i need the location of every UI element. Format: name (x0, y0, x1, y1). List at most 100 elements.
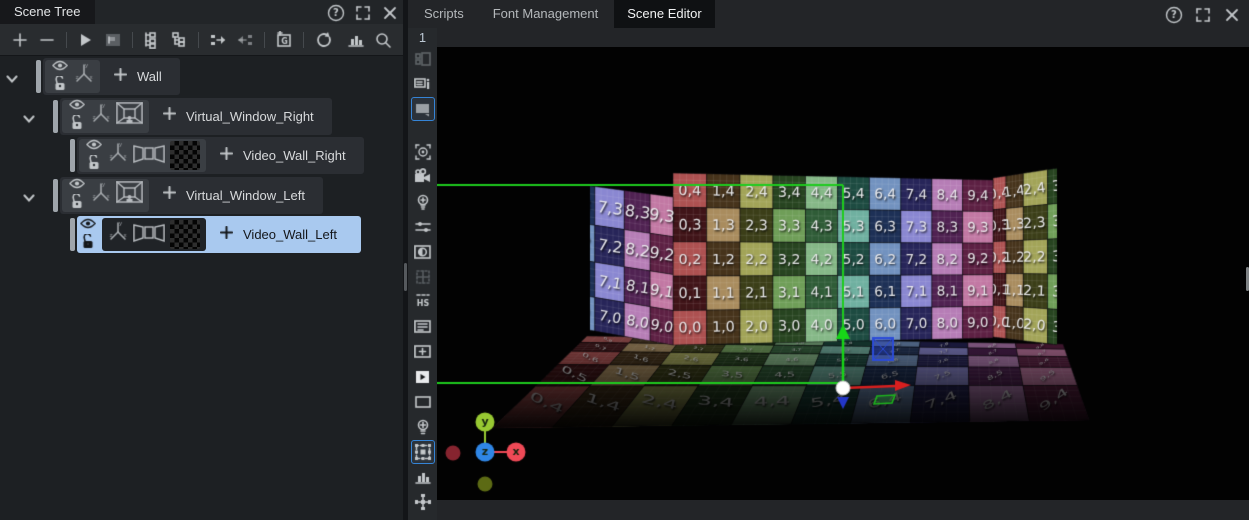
unlock-icon[interactable] (53, 76, 67, 96)
grid-plus-button[interactable] (411, 490, 435, 514)
search-button[interactable] (372, 29, 393, 51)
axes-tripod-icon (91, 180, 111, 211)
plus-icon[interactable] (220, 226, 233, 244)
visibility-eye-icon[interactable] (52, 58, 68, 76)
expand-all-button[interactable] (142, 29, 163, 51)
texture-thumbnail (170, 141, 200, 170)
collapse-all-button[interactable] (169, 29, 190, 51)
viewport-index-label: 1 (419, 28, 426, 47)
stats-bars-button[interactable] (411, 465, 435, 489)
move-right-button[interactable] (208, 29, 229, 51)
unlock-icon[interactable] (70, 194, 84, 214)
tree-item-label[interactable]: Virtual_Window_Right (186, 109, 314, 124)
axes-tripod-icon (91, 101, 111, 132)
expand-panel-button[interactable] (1192, 4, 1212, 24)
scene-editor-panel: Scripts Font Management Scene Editor 1 (408, 0, 1249, 520)
tab-font-management[interactable]: Font Management (480, 0, 612, 28)
application-window: Scene Tree (0, 0, 1249, 520)
expand-panel-button[interactable] (352, 2, 372, 22)
tree-row-video-wall-right[interactable]: Video_Wall_Right (0, 137, 403, 174)
row-handle[interactable] (70, 139, 75, 172)
chevron-down-icon[interactable] (23, 190, 35, 208)
toolbar-separator (66, 32, 67, 48)
contrast-button[interactable] (411, 240, 435, 264)
tab-scene-editor[interactable]: Scene Editor (614, 0, 714, 28)
tree-row-virtual-window-right[interactable]: Virtual_Window_Right (0, 98, 403, 135)
camera-focus-button[interactable] (411, 140, 435, 164)
axes-tripod-icon (108, 140, 128, 171)
tree-row-video-wall-left-selected[interactable]: Video_Wall_Left (0, 216, 403, 253)
visibility-eye-icon[interactable] (69, 176, 85, 194)
unlock-icon[interactable] (87, 155, 101, 175)
unlock-icon[interactable] (81, 234, 95, 254)
virtual-window-icon (116, 102, 143, 130)
remove-node-button[interactable] (37, 29, 58, 51)
frame-button[interactable] (411, 390, 435, 414)
tree-row-wall[interactable]: Wall (0, 58, 403, 95)
add-group-button[interactable] (274, 29, 295, 51)
row-handle[interactable] (70, 218, 75, 251)
light-bulb-button[interactable] (411, 415, 435, 439)
tree-item-label[interactable]: Video_Wall_Right (243, 148, 346, 163)
tree-item-label[interactable]: Virtual_Window_Left (186, 188, 305, 203)
comment-info-button[interactable] (411, 72, 435, 96)
tree-item-label[interactable]: Wall (137, 69, 162, 84)
scene-tree-toolbar (0, 24, 403, 56)
toolbar-separator (264, 32, 265, 48)
unlock-icon[interactable] (70, 115, 84, 135)
plus-icon[interactable] (163, 107, 176, 125)
help-button[interactable] (325, 2, 345, 22)
panorama-screen-icon (133, 142, 165, 169)
gizmo-mode-button[interactable] (411, 265, 435, 289)
stats-button[interactable] (346, 29, 367, 51)
layout-split-button[interactable] (411, 47, 435, 71)
visibility-eye-icon[interactable] (69, 97, 85, 115)
row-handle[interactable] (53, 179, 58, 212)
axes-tripod-icon (108, 219, 128, 250)
tree-row-virtual-window-left[interactable]: Virtual_Window_Left (0, 177, 403, 214)
plus-icon[interactable] (163, 186, 176, 204)
visibility-eye-icon[interactable] (86, 137, 102, 155)
add-node-button[interactable] (10, 29, 31, 51)
viewport-toolbar: 1 (408, 28, 437, 520)
camera-button[interactable] (411, 165, 435, 189)
light-view-button[interactable] (411, 190, 435, 214)
texture-thumbnail (170, 220, 200, 249)
hs-mode-button[interactable] (411, 290, 435, 314)
scene-tree: Wall Virtual_Window_Righ (0, 56, 403, 253)
scrollbar-thumb[interactable] (404, 263, 407, 291)
tab-scripts[interactable]: Scripts (411, 0, 477, 28)
toolbar-separator (198, 32, 199, 48)
help-button[interactable] (1163, 4, 1183, 24)
move-left-button[interactable] (234, 29, 255, 51)
visibility-eye-icon[interactable] (80, 216, 96, 234)
frame-plus-button[interactable] (411, 340, 435, 364)
toolbar-separator (132, 32, 133, 48)
grid-select-button[interactable] (411, 440, 435, 464)
scene-editor-tabbar: Scripts Font Management Scene Editor (408, 0, 1249, 28)
virtual-window-icon (116, 181, 143, 209)
refresh-button[interactable] (313, 29, 334, 51)
safe-frame-button[interactable] (411, 315, 435, 339)
flag-button[interactable] (103, 29, 124, 51)
plus-icon[interactable] (114, 68, 127, 86)
chevron-down-icon[interactable] (6, 71, 18, 89)
chevron-down-icon[interactable] (23, 111, 35, 129)
toolbar-separator (303, 32, 304, 48)
tab-scene-tree[interactable]: Scene Tree (0, 0, 95, 24)
row-handle[interactable] (36, 60, 41, 93)
scene-sliders-button[interactable] (411, 215, 435, 239)
plus-icon[interactable] (220, 147, 233, 165)
close-panel-button[interactable] (1221, 4, 1241, 24)
play-button[interactable] (76, 29, 97, 51)
close-panel-button[interactable] (379, 2, 399, 22)
panorama-screen-icon (133, 221, 165, 248)
render-mode-button[interactable] (411, 97, 435, 121)
play-box-button[interactable] (411, 365, 435, 389)
viewport-3d[interactable] (437, 47, 1249, 500)
scene-tree-header: Scene Tree (0, 0, 403, 24)
tree-item-label[interactable]: Video_Wall_Left (243, 227, 337, 242)
axes-tripod-icon (74, 61, 94, 92)
row-handle[interactable] (53, 100, 58, 133)
scene-tree-panel: Scene Tree (0, 0, 403, 520)
